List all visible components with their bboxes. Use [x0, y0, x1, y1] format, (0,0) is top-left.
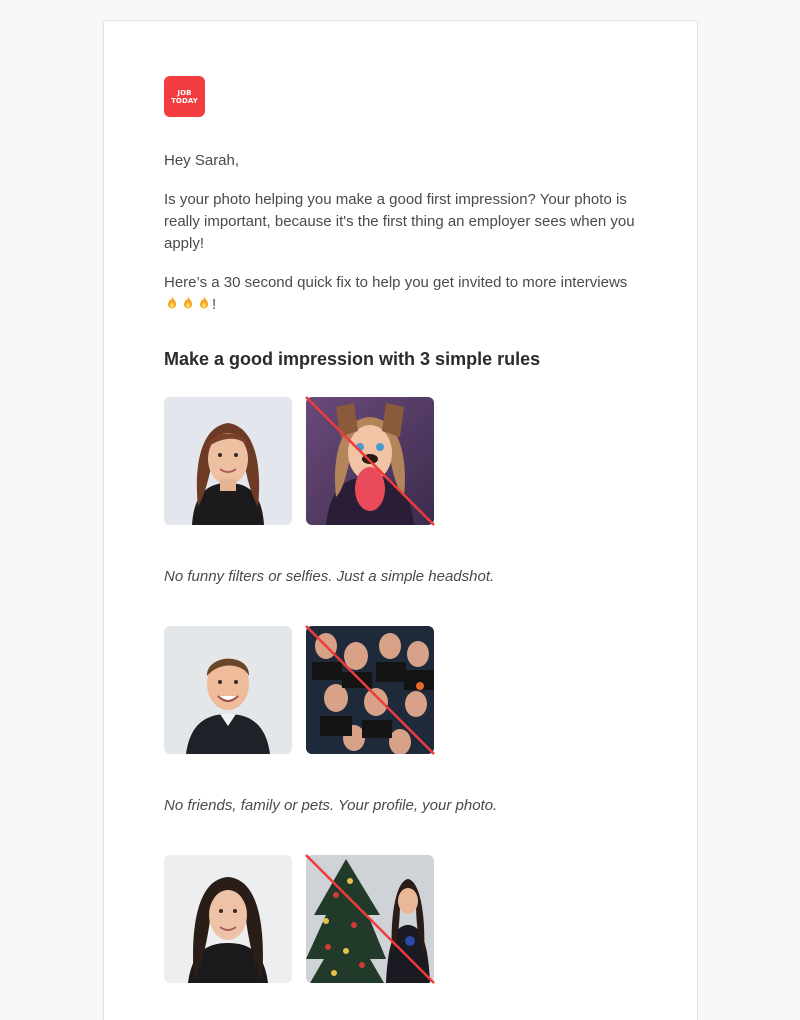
rules-heading: Make a good impression with 3 simple rul…: [164, 349, 541, 369]
good-photo-headshot-woman: [164, 397, 292, 525]
quick-fix-text: Here’s a 30 second quick fix to help you…: [164, 274, 628, 291]
intro-paragraph: Is your photo helping you make a good fi…: [164, 191, 635, 252]
fire-icon: [180, 296, 196, 313]
logo-line-1: JOB: [177, 88, 192, 97]
good-photo-headshot-woman-dark-hair: [164, 855, 292, 983]
strike-through-line: [305, 854, 435, 984]
exclamation: !: [212, 296, 217, 313]
rule-caption: No friends, family or pets. Your profile…: [164, 797, 498, 814]
logo-line-2: TODAY: [171, 96, 198, 105]
good-photo-headshot-man: [164, 626, 292, 754]
rule-caption: No funny filters or selfies. Just a simp…: [164, 568, 495, 585]
fire-icon: [164, 296, 180, 313]
fire-icon: [196, 296, 212, 313]
email-card: JOB TODAY Hey Sarah, Is your photo helpi…: [103, 20, 698, 1020]
strike-through-line: [305, 396, 435, 526]
greeting: Hey Sarah,: [164, 152, 240, 169]
strike-through-line: [305, 625, 435, 755]
job-today-logo[interactable]: JOB TODAY: [164, 76, 205, 117]
quick-fix-paragraph: Here’s a 30 second quick fix to help you…: [164, 272, 644, 316]
